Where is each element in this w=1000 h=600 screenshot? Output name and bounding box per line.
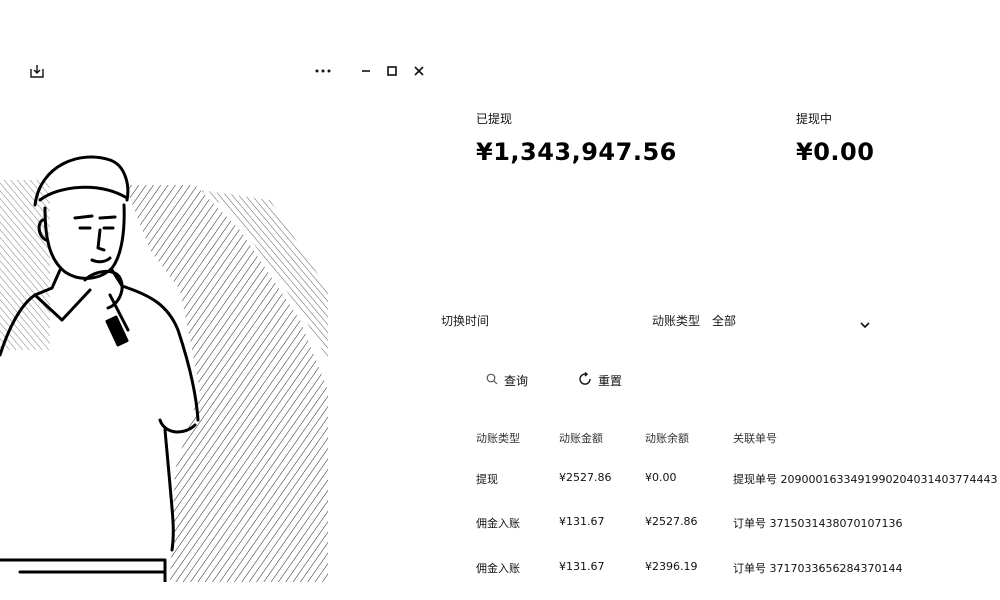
row-type: 佣金入账: [476, 517, 520, 530]
column-header-amount: 动账金额: [559, 432, 603, 445]
row-amount: ¥131.67: [559, 560, 605, 573]
pending-label: 提现中: [796, 112, 833, 126]
minimize-icon[interactable]: [357, 62, 375, 80]
column-header-type: 动账类型: [476, 432, 520, 445]
withdrawn-amount: ¥1,343,947.56: [476, 138, 677, 166]
query-label: 查询: [504, 373, 529, 388]
table-row: 佣金入账 ¥131.67 ¥2527.86 订单号 37150314380701…: [470, 515, 1000, 535]
row-type: 提现: [476, 473, 498, 486]
row-balance: ¥2396.19: [645, 560, 698, 573]
reset-label: 重置: [598, 373, 623, 388]
row-ref: 订单号 3715031438070107136: [733, 517, 903, 530]
chevron-down-icon: [860, 314, 870, 333]
row-balance: ¥0.00: [645, 471, 677, 484]
maximize-icon[interactable]: [383, 62, 401, 80]
type-select[interactable]: 全部: [712, 310, 870, 330]
row-balance: ¥2527.86: [645, 515, 698, 528]
close-icon[interactable]: [410, 62, 428, 80]
table-row: 提现 ¥2527.86 ¥0.00 提现单号 20900016334919902…: [470, 471, 1000, 491]
row-amount: ¥131.67: [559, 515, 605, 528]
row-amount: ¥2527.86: [559, 471, 612, 484]
row-ref: 订单号 3717033656284370144: [733, 562, 903, 575]
time-filter[interactable]: 切换时间: [441, 312, 489, 329]
query-button[interactable]: 查询: [486, 369, 528, 391]
refresh-icon: [578, 371, 592, 389]
presenter-photo: [0, 90, 328, 582]
type-select-value: 全部: [712, 314, 737, 328]
row-ref: 提现单号 2090001633491990204031403774443: [733, 473, 998, 486]
more-icon[interactable]: [314, 62, 332, 80]
row-type: 佣金入账: [476, 562, 520, 575]
table-row: 佣金入账 ¥131.67 ¥2396.19 订单号 37170336562843…: [470, 560, 1000, 580]
column-header-ref: 关联单号: [733, 432, 777, 445]
column-header-balance: 动账余额: [645, 432, 689, 445]
withdrawn-label: 已提现: [476, 112, 513, 126]
download-icon[interactable]: [28, 62, 46, 80]
reset-button[interactable]: 重置: [578, 369, 622, 391]
type-filter-label: 动账类型: [652, 314, 701, 328]
search-icon: [486, 373, 498, 388]
pending-amount: ¥0.00: [796, 138, 875, 166]
